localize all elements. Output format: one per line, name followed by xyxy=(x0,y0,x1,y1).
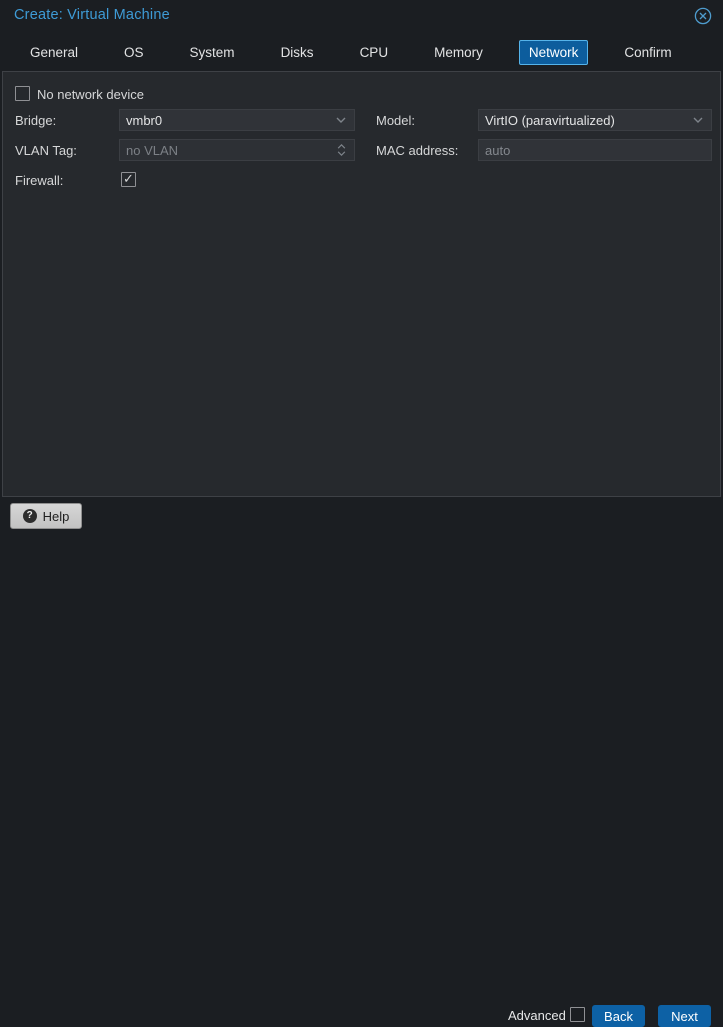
vlan-tag-label: VLAN Tag: xyxy=(15,143,77,158)
model-combobox[interactable] xyxy=(478,109,712,131)
question-mark-icon: ? xyxy=(22,509,37,523)
chevron-down-icon[interactable] xyxy=(691,110,705,130)
spinner-up-down-icon[interactable] xyxy=(334,140,348,160)
bridge-input[interactable] xyxy=(126,112,334,128)
tab-disks[interactable]: Disks xyxy=(271,40,324,65)
tab-os[interactable]: OS xyxy=(114,40,154,65)
wizard-tabs: General OS System Disks CPU Memory Netwo… xyxy=(20,39,682,65)
close-icon[interactable] xyxy=(694,7,712,25)
mac-address-input[interactable] xyxy=(485,142,705,158)
advanced-label: Advanced xyxy=(508,1008,566,1023)
tab-system[interactable]: System xyxy=(180,40,245,65)
dialog-title: Create: Virtual Machine xyxy=(14,7,170,23)
bridge-combobox[interactable] xyxy=(119,109,355,131)
bridge-label: Bridge: xyxy=(15,113,57,128)
tab-confirm[interactable]: Confirm xyxy=(614,40,681,65)
advanced-checkbox[interactable]: ✓ xyxy=(570,1007,585,1022)
model-label: Model: xyxy=(376,113,416,128)
checkmark-icon: ✓ xyxy=(123,171,134,186)
next-button[interactable]: Next xyxy=(658,1005,711,1027)
mac-address-label: MAC address: xyxy=(376,143,459,158)
help-button[interactable]: ? Help xyxy=(10,503,82,529)
tab-cpu[interactable]: CPU xyxy=(350,40,399,65)
help-button-label: Help xyxy=(42,508,70,524)
dialog-footer: ? Help Advanced ✓ Back Next xyxy=(0,497,723,1027)
no-network-device-label: No network device xyxy=(37,87,144,102)
vlan-tag-spinner[interactable] xyxy=(119,139,355,161)
model-input[interactable] xyxy=(485,112,691,128)
back-button[interactable]: Back xyxy=(592,1005,645,1027)
vlan-tag-input[interactable] xyxy=(126,142,334,158)
network-tab-panel: ✓ No network device Bridge: Model: VLAN … xyxy=(2,71,721,497)
firewall-label: Firewall: xyxy=(15,173,64,188)
mac-address-field[interactable] xyxy=(478,139,712,161)
tab-memory[interactable]: Memory xyxy=(424,40,493,65)
chevron-down-icon[interactable] xyxy=(334,110,348,130)
dialog-titlebar: Create: Virtual Machine xyxy=(0,0,723,32)
tab-network[interactable]: Network xyxy=(518,39,589,65)
no-network-device-checkbox[interactable]: ✓ xyxy=(15,86,30,101)
firewall-checkbox[interactable]: ✓ xyxy=(121,172,136,187)
tab-general[interactable]: General xyxy=(20,40,88,65)
